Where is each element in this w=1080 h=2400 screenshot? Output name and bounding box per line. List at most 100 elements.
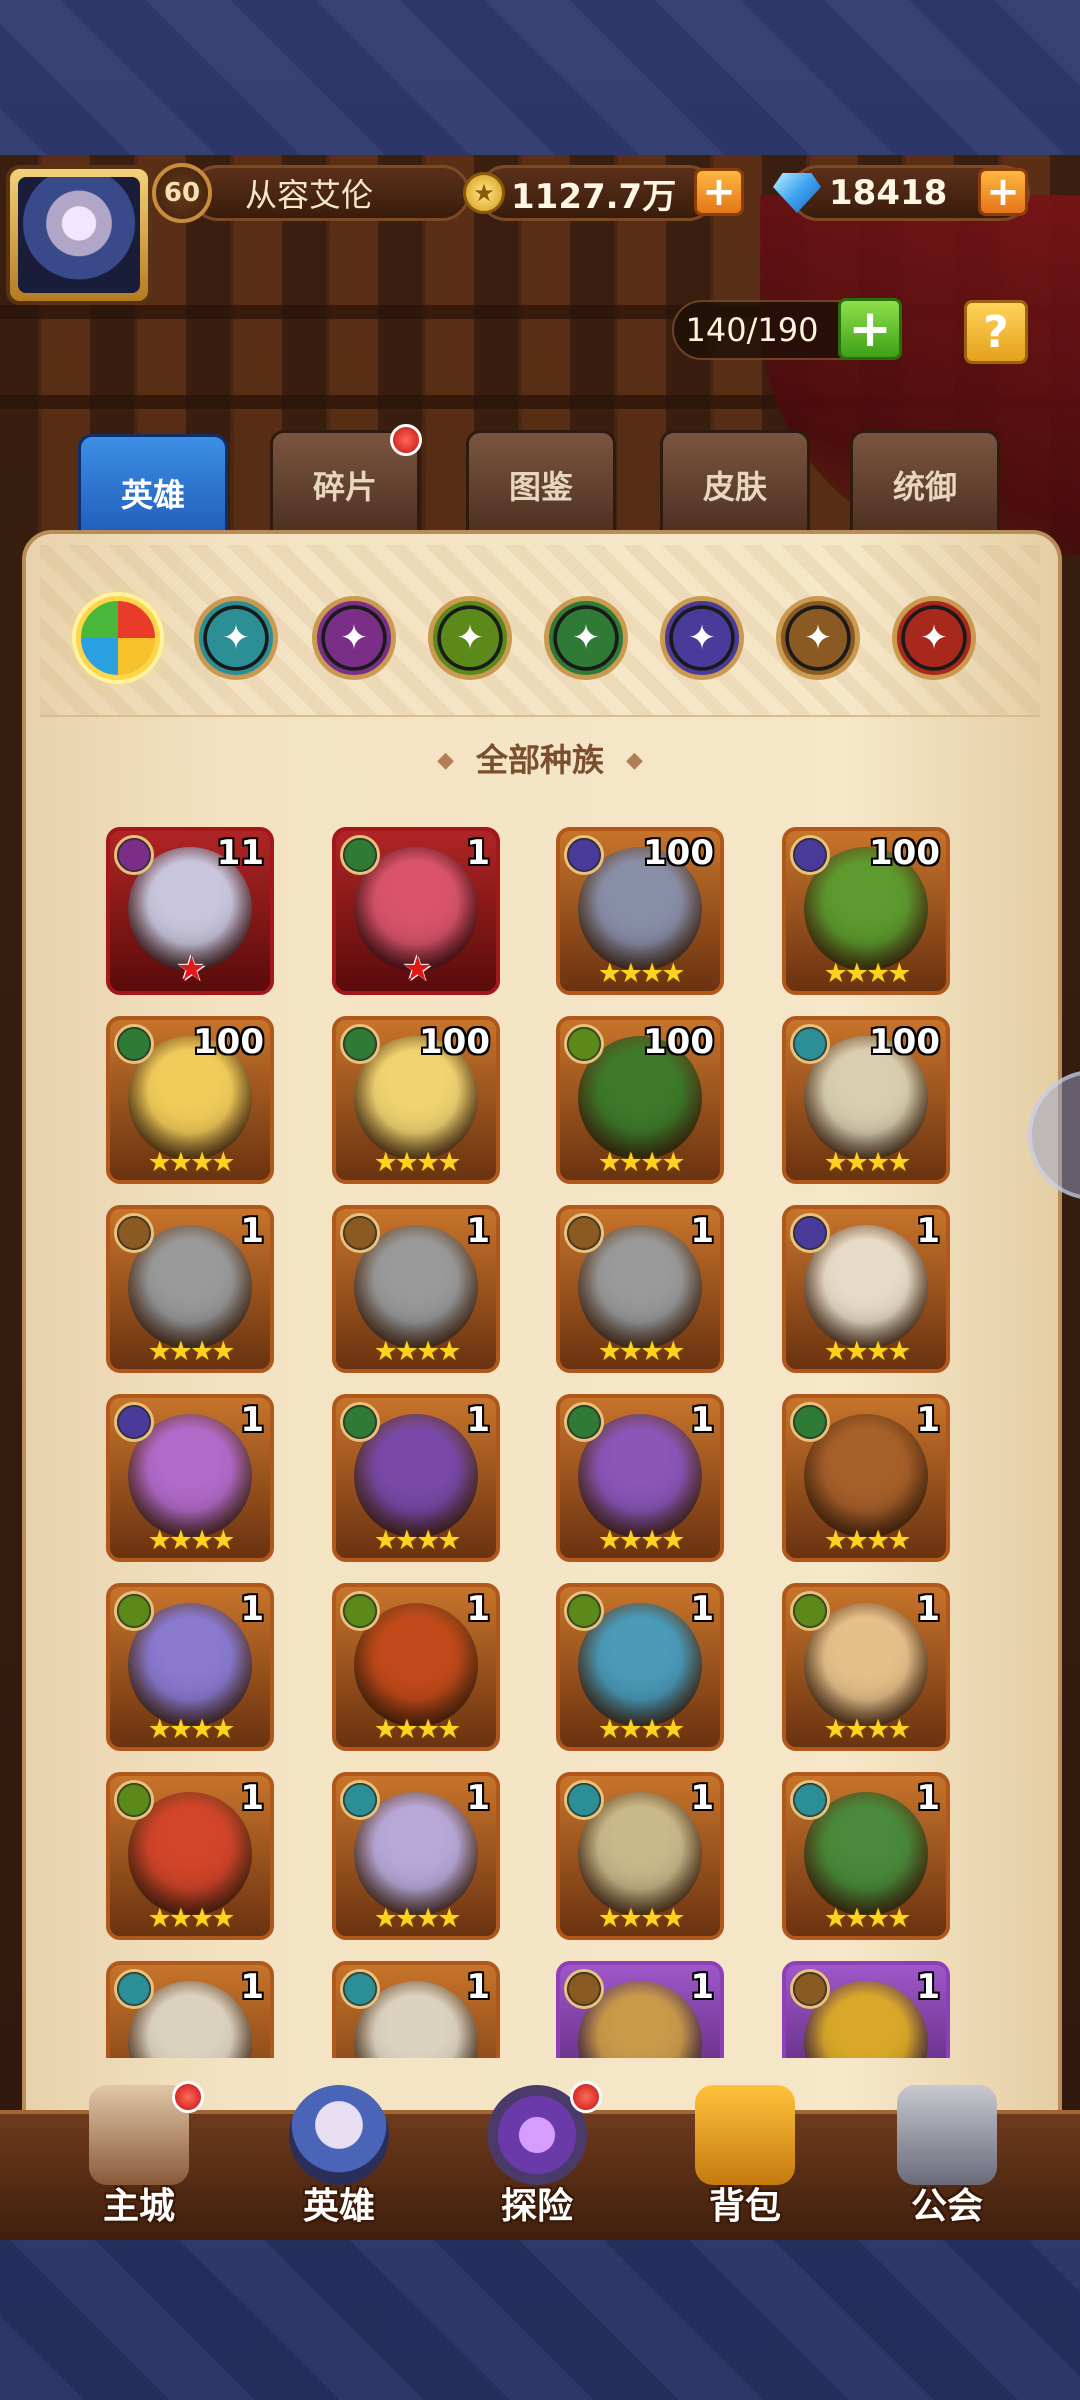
nav-guild[interactable]: 公会 — [862, 2085, 1032, 2235]
hero-level: 1 — [466, 833, 490, 873]
race-filter-race-violet[interactable]: ✦ — [660, 596, 744, 680]
hero-stars: ★★★★ — [147, 1147, 236, 1178]
nav-bag[interactable]: 背包 — [660, 2085, 830, 2235]
nav-home[interactable]: 主城 — [54, 2081, 224, 2235]
hero-level: 1 — [916, 1589, 940, 1629]
tab-label: 碎片 — [312, 468, 377, 506]
gold-amount: 1127.7万 — [511, 176, 677, 217]
race-filter-race-green[interactable]: ✦ — [428, 596, 512, 680]
hero-stars: ★★★★ — [823, 1147, 912, 1178]
hero-card[interactable]: 1 ★★★★ — [106, 1205, 274, 1373]
hero-card[interactable]: 1 ★★★★ — [782, 1394, 950, 1562]
hero-card[interactable]: 1 ★★★★ — [782, 1205, 950, 1373]
hero-race-icon — [564, 1780, 604, 1820]
hero-card[interactable]: 1 — [332, 1961, 500, 2058]
race-filter-race-bronze[interactable]: ✦ — [776, 596, 860, 680]
race-teal-emblem-icon: ✦ — [221, 618, 251, 658]
hero-stars: ★★★★ — [597, 1525, 686, 1556]
hero-card[interactable]: 1 ★★★★ — [556, 1772, 724, 1940]
player-level-badge: 60 — [152, 163, 212, 223]
nav-heroes[interactable]: 英雄 — [254, 2085, 424, 2235]
hero-stars: ★★★★ — [373, 1903, 462, 1934]
hero-card[interactable]: 1 ★★★★ — [332, 1583, 500, 1751]
hero-level: 1 — [690, 1778, 714, 1818]
hero-race-icon — [790, 835, 830, 875]
help-button[interactable]: ? — [964, 300, 1028, 364]
hero-stars: ★★★★ — [597, 1903, 686, 1934]
hero-stars: ★★★★ — [597, 1147, 686, 1178]
hero-card[interactable]: 100 ★★★★ — [782, 1016, 950, 1184]
hero-level: 1 — [916, 1967, 940, 2007]
expand-capacity-button[interactable]: + — [838, 298, 902, 360]
hero-stars: ★★★★ — [597, 1336, 686, 1367]
nav-explore[interactable]: 探险 — [452, 2081, 622, 2235]
tab-label: 英雄 — [120, 476, 185, 514]
hero-level: 1 — [916, 1778, 940, 1818]
hero-card[interactable]: 1 ★ — [332, 827, 500, 995]
race-filter-all-races[interactable] — [76, 596, 160, 680]
diamond-ornament-icon: ◆ — [437, 748, 454, 773]
hero-race-icon — [564, 1969, 604, 2009]
hero-level: 1 — [466, 1589, 490, 1629]
hero-card[interactable]: 100 ★★★★ — [556, 827, 724, 995]
hero-stars: ★ — [176, 949, 206, 989]
tab-skins[interactable]: 皮肤 — [660, 430, 810, 540]
hero-card[interactable]: 11 ★ — [106, 827, 274, 995]
hero-card[interactable]: 1 ★★★★ — [782, 1772, 950, 1940]
guild-tower-icon — [897, 2085, 997, 2185]
tab-codex[interactable]: 图鉴 — [466, 430, 616, 540]
hero-card[interactable]: 100 ★★★★ — [556, 1016, 724, 1184]
hero-card[interactable]: 100 ★★★★ — [106, 1016, 274, 1184]
player-avatar[interactable] — [6, 165, 152, 305]
add-gems-button[interactable]: + — [978, 168, 1028, 216]
hero-stars: ★★★★ — [597, 958, 686, 989]
hero-card[interactable]: 1 ★★★★ — [332, 1394, 500, 1562]
hero-card[interactable]: 1 ★★★★ — [332, 1772, 500, 1940]
hero-race-icon — [790, 1591, 830, 1631]
race-filter-race-purple[interactable]: ✦ — [312, 596, 396, 680]
nav-label: 背包 — [708, 2186, 781, 2227]
avatar-portrait — [18, 177, 140, 293]
hero-card[interactable]: 1 ★★★★ — [332, 1205, 500, 1373]
hero-card[interactable]: 1 ★★★★ — [556, 1394, 724, 1562]
hero-card[interactable]: 1 ★★★★ — [106, 1772, 274, 1940]
hero-race-icon — [114, 1024, 154, 1064]
race-red-emblem-icon: ✦ — [919, 618, 949, 658]
hero-card[interactable]: 1 — [782, 1961, 950, 2058]
hero-level: 1 — [690, 1967, 714, 2007]
nav-label: 公会 — [910, 2186, 983, 2227]
tab-command[interactable]: 统御 — [850, 430, 1000, 540]
race-filter-race-forest[interactable]: ✦ — [544, 596, 628, 680]
tab-label: 图鉴 — [508, 468, 573, 506]
race-forest-emblem-icon: ✦ — [571, 618, 601, 658]
hero-card[interactable]: 1 ★★★★ — [782, 1583, 950, 1751]
hero-level: 1 — [466, 1211, 490, 1251]
hero-level: 100 — [193, 1022, 264, 1062]
backpack-icon — [695, 2085, 795, 2185]
hero-race-icon — [114, 1969, 154, 2009]
hero-card[interactable]: 1 ★★★★ — [556, 1205, 724, 1373]
hero-stars: ★★★★ — [147, 1903, 236, 1934]
hero-level: 100 — [869, 1022, 940, 1062]
hero-stars: ★★★★ — [373, 1525, 462, 1556]
hero-card[interactable]: 1 ★★★★ — [106, 1394, 274, 1562]
race-filter-race-teal[interactable]: ✦ — [194, 596, 278, 680]
hero-stars: ★★★★ — [823, 958, 912, 989]
hero-card[interactable]: 1 — [106, 1961, 274, 2058]
hero-level: 1 — [240, 1778, 264, 1818]
hero-level: 1 — [916, 1211, 940, 1251]
hero-race-icon — [564, 1402, 604, 1442]
hero-card[interactable]: 100 ★★★★ — [332, 1016, 500, 1184]
hero-race-icon — [114, 1213, 154, 1253]
hero-stars: ★★★★ — [147, 1336, 236, 1367]
nav-notification-dot — [172, 2081, 204, 2113]
hero-card[interactable]: 1 ★★★★ — [106, 1583, 274, 1751]
race-title-text: 全部种族 — [475, 741, 604, 779]
hero-race-icon — [564, 1213, 604, 1253]
hero-card[interactable]: 100 ★★★★ — [782, 827, 950, 995]
hero-card[interactable]: 1 — [556, 1961, 724, 2058]
hero-card[interactable]: 1 ★★★★ — [556, 1583, 724, 1751]
race-filter-race-red[interactable]: ✦ — [892, 596, 976, 680]
add-gold-button[interactable]: + — [694, 168, 744, 216]
hero-stars: ★★★★ — [823, 1903, 912, 1934]
